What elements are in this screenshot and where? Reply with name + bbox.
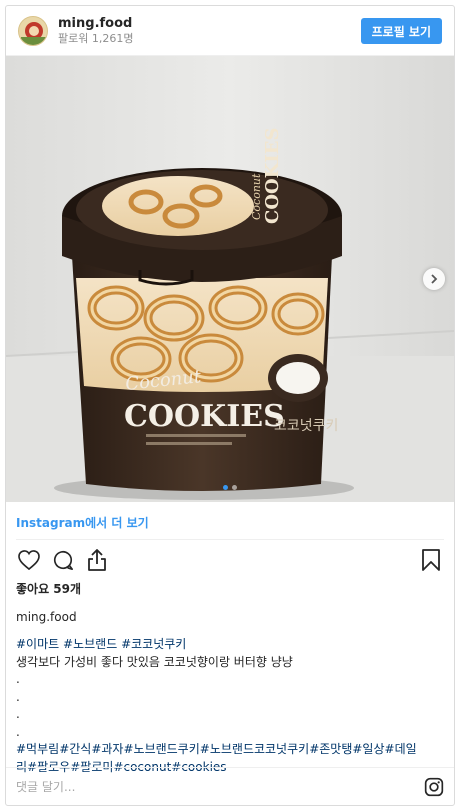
heart-icon [18, 550, 40, 570]
comment-input[interactable]: 댓글 달기... [16, 778, 424, 795]
caption-hashtags-top: #이마트 #노브랜드 #코코넛쿠키 [16, 636, 444, 654]
share-icon [88, 549, 106, 571]
action-bar [6, 540, 454, 580]
comment-button[interactable] [50, 547, 76, 573]
username[interactable]: ming.food [58, 16, 361, 32]
post-card: ming.food 팔로워 1,261명 프로필 보기 COOKIES Coco… [5, 5, 455, 806]
view-profile-button[interactable]: 프로필 보기 [360, 17, 442, 44]
instagram-icon[interactable] [424, 777, 444, 797]
comment-icon [53, 550, 73, 570]
post-header: ming.food 팔로워 1,261명 프로필 보기 [6, 6, 454, 56]
side-label-text: 코코넛쿠키 [274, 418, 338, 434]
bookmark-icon [422, 549, 440, 571]
like-button[interactable] [16, 547, 42, 573]
comment-bar: 댓글 달기... [6, 767, 454, 805]
user-info: ming.food 팔로워 1,261명 [58, 16, 361, 46]
bookmark-button[interactable] [418, 547, 444, 573]
carousel-dot-2 [232, 485, 237, 490]
caption-text: 생각보다 가성비 좋다 맛있음 코코넛향이랑 버터향 냥냥 [16, 654, 293, 669]
hashtag[interactable]: #간식 [59, 742, 91, 756]
hashtag[interactable]: #노브랜드코코넛쿠키 [200, 742, 309, 756]
share-button[interactable] [84, 547, 110, 573]
carousel-dot-1 [223, 485, 228, 490]
caption: #이마트 #노브랜드 #코코넛쿠키 생각보다 가성비 좋다 맛있음 코코넛향이랑… [6, 636, 454, 776]
chevron-right-icon [431, 274, 438, 284]
hashtag[interactable]: #이마트 [16, 637, 59, 651]
product-name-text: COOKIES [124, 399, 285, 434]
hashtag[interactable]: #노브랜드쿠키 [123, 742, 199, 756]
caption-hashtags-line1: #먹부림#간식#과자#노브랜드쿠키#노브랜드코코넛쿠키#존맛탱#일상#데일 [16, 741, 444, 759]
svg-text:Coconut: Coconut [250, 173, 263, 220]
avatar[interactable] [18, 15, 48, 46]
hashtag[interactable]: #먹부림 [16, 742, 59, 756]
like-count[interactable]: 좋아요 59개 [6, 580, 454, 598]
caption-dot: . [16, 724, 20, 739]
caption-dot: . [16, 672, 20, 686]
hashtag[interactable]: #데일 [385, 742, 417, 756]
next-image-button[interactable] [423, 268, 445, 290]
hashtag[interactable]: #노브랜드 [63, 637, 117, 651]
view-more-on-instagram-link[interactable]: Instagram에서 더 보기 [16, 502, 444, 540]
hashtag[interactable]: #과자 [91, 742, 123, 756]
carousel-indicator [6, 485, 454, 490]
follower-count: 팔로워 1,261명 [58, 31, 134, 45]
hashtag[interactable]: #존맛탱 [309, 742, 352, 756]
lid-title-text: COOKIES [262, 128, 283, 224]
caption-dot: . [16, 707, 20, 721]
post-image[interactable]: COOKIES Coconut Coconut COOKIES 코코넛쿠키 [6, 56, 454, 502]
hashtag[interactable]: #일상 [352, 742, 384, 756]
cookie-tub-photo: COOKIES Coconut Coconut COOKIES 코코넛쿠키 [6, 56, 454, 502]
hashtag[interactable]: #코코넛쿠키 [121, 637, 186, 651]
caption-author[interactable]: ming.food [6, 608, 454, 626]
caption-dot: . [16, 689, 20, 704]
